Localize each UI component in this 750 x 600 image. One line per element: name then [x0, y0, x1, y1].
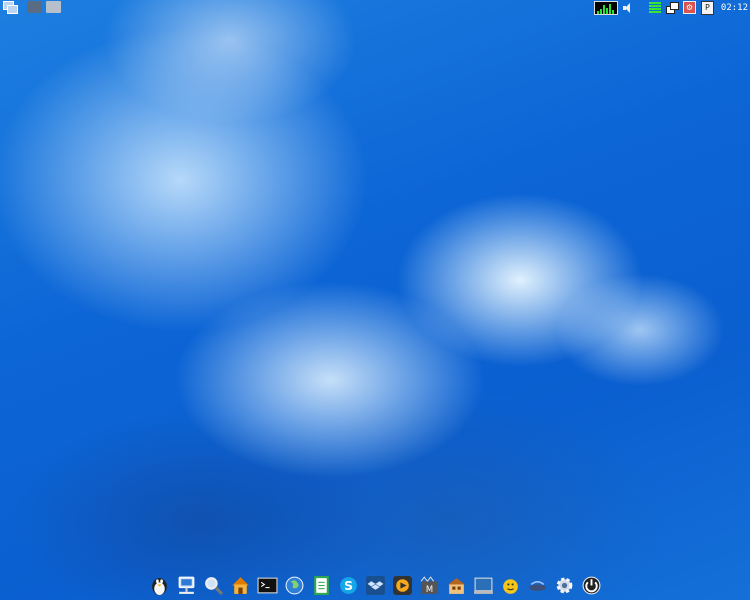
terminal-icon[interactable]: [256, 574, 279, 597]
home-icon[interactable]: [229, 574, 252, 597]
dropbox-icon[interactable]: [364, 574, 387, 597]
mascot-icon[interactable]: [148, 574, 171, 597]
wireless-icon[interactable]: [526, 574, 549, 597]
drive-icon[interactable]: [472, 574, 495, 597]
network-status-icon[interactable]: [648, 2, 661, 13]
network-icon[interactable]: [175, 574, 198, 597]
svg-text:M: M: [426, 583, 433, 593]
clock[interactable]: 02:12: [721, 3, 748, 13]
package-manager-icon[interactable]: [445, 574, 468, 597]
update-icon[interactable]: ⚙: [682, 1, 696, 14]
application-dock: S M: [148, 572, 603, 598]
search-icon[interactable]: [202, 574, 225, 597]
svg-text:S: S: [344, 578, 353, 593]
browser-icon[interactable]: [283, 574, 306, 597]
settings-icon[interactable]: [553, 574, 576, 597]
document-icon[interactable]: [310, 574, 333, 597]
system-tray: ⚙ P 02:12: [593, 0, 750, 15]
workspace-2[interactable]: [46, 1, 61, 13]
power-tray-icon[interactable]: P: [700, 0, 714, 15]
chat-icon[interactable]: [499, 574, 522, 597]
volume-icon[interactable]: [622, 2, 631, 13]
workspace-1[interactable]: [27, 1, 42, 13]
window-list-icon[interactable]: [3, 1, 18, 14]
media-player-icon[interactable]: [391, 574, 414, 597]
power-icon[interactable]: [580, 574, 603, 597]
cpu-monitor-icon[interactable]: [593, 0, 618, 15]
skype-icon[interactable]: S: [337, 574, 360, 597]
top-left-panel: [3, 1, 61, 14]
video-editor-icon[interactable]: M: [418, 574, 441, 597]
window-switcher-icon[interactable]: [665, 2, 679, 14]
